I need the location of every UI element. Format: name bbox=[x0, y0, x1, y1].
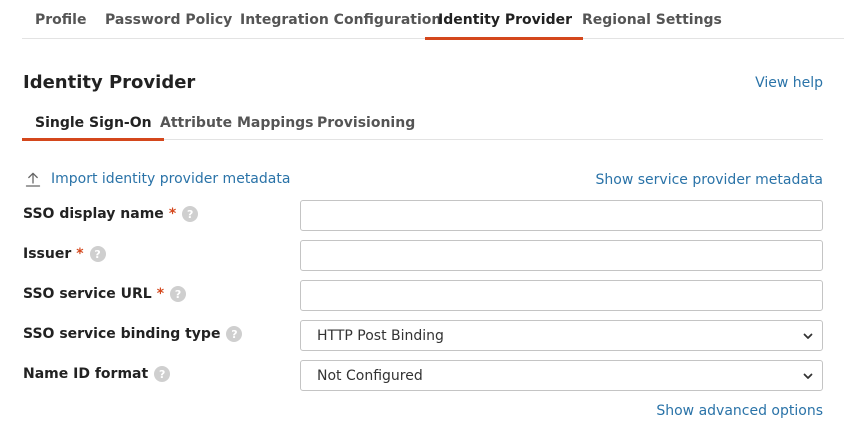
help-icon[interactable]: ? bbox=[154, 366, 171, 382]
sso-service-url-input[interactable] bbox=[300, 280, 823, 311]
help-icon[interactable]: ? bbox=[226, 326, 243, 342]
binding-type-select[interactable]: HTTP Post Binding bbox=[300, 320, 823, 351]
name-id-format-label: Name ID format ? bbox=[23, 366, 171, 382]
form-row-name-id-format: Name ID format ? Not Configured bbox=[23, 360, 823, 391]
tab-profile[interactable]: Profile bbox=[35, 12, 86, 39]
issuer-label: Issuer * ? bbox=[23, 246, 106, 262]
form-row-sso-display-name: SSO display name * ? bbox=[23, 200, 823, 231]
sso-service-url-label-text: SSO service URL bbox=[23, 286, 152, 302]
required-marker: * bbox=[76, 246, 84, 262]
tab-password-policy[interactable]: Password Policy bbox=[105, 12, 232, 39]
required-marker: * bbox=[156, 286, 165, 302]
form-row-sso-service-url: SSO service URL * ? bbox=[23, 280, 823, 311]
issuer-input[interactable] bbox=[300, 240, 823, 271]
name-id-format-label-text: Name ID format bbox=[23, 366, 149, 382]
name-id-format-selected-value: Not Configured bbox=[317, 367, 423, 384]
help-icon[interactable]: ? bbox=[89, 246, 106, 262]
sso-display-name-label-text: SSO display name bbox=[23, 206, 164, 222]
help-icon[interactable]: ? bbox=[182, 206, 199, 222]
binding-type-label-text: SSO service binding type bbox=[23, 326, 221, 342]
name-id-format-select[interactable]: Not Configured bbox=[300, 360, 823, 391]
tab-single-sign-on[interactable]: Single Sign-On bbox=[22, 115, 164, 141]
sub-tab-bar: Single Sign-On Attribute Mappings Provis… bbox=[22, 104, 823, 141]
tab-regional-settings[interactable]: Regional Settings bbox=[582, 12, 722, 39]
issuer-label-text: Issuer bbox=[23, 246, 72, 262]
tab-attribute-mappings[interactable]: Attribute Mappings bbox=[160, 115, 314, 140]
chevron-down-icon bbox=[803, 373, 813, 379]
top-tab-bar: Profile Password Policy Integration Conf… bbox=[22, 0, 844, 40]
sso-display-name-input[interactable] bbox=[300, 200, 823, 231]
required-marker: * bbox=[168, 206, 177, 222]
binding-type-label: SSO service binding type ? bbox=[23, 326, 243, 342]
sso-display-name-label: SSO display name * ? bbox=[23, 206, 199, 222]
show-advanced-options-link[interactable]: Show advanced options bbox=[656, 403, 823, 419]
show-sp-metadata-link[interactable]: Show service provider metadata bbox=[596, 172, 823, 188]
form-row-binding-type: SSO service binding type ? HTTP Post Bin… bbox=[23, 320, 823, 351]
form-row-issuer: Issuer * ? bbox=[23, 240, 823, 271]
import-metadata-label: Import identity provider metadata bbox=[51, 171, 291, 187]
tab-integration-configuration[interactable]: Integration Configuration bbox=[240, 12, 441, 39]
upload-icon bbox=[25, 172, 41, 187]
view-help-link[interactable]: View help bbox=[755, 75, 823, 91]
binding-type-selected-value: HTTP Post Binding bbox=[317, 327, 444, 344]
help-icon[interactable]: ? bbox=[170, 286, 187, 302]
tab-identity-provider[interactable]: Identity Provider bbox=[424, 12, 584, 40]
page-title: Identity Provider bbox=[23, 72, 196, 93]
import-metadata-link[interactable]: Import identity provider metadata bbox=[25, 171, 290, 187]
tab-provisioning[interactable]: Provisioning bbox=[317, 115, 415, 140]
sso-service-url-label: SSO service URL * ? bbox=[23, 286, 187, 302]
chevron-down-icon bbox=[803, 333, 813, 339]
